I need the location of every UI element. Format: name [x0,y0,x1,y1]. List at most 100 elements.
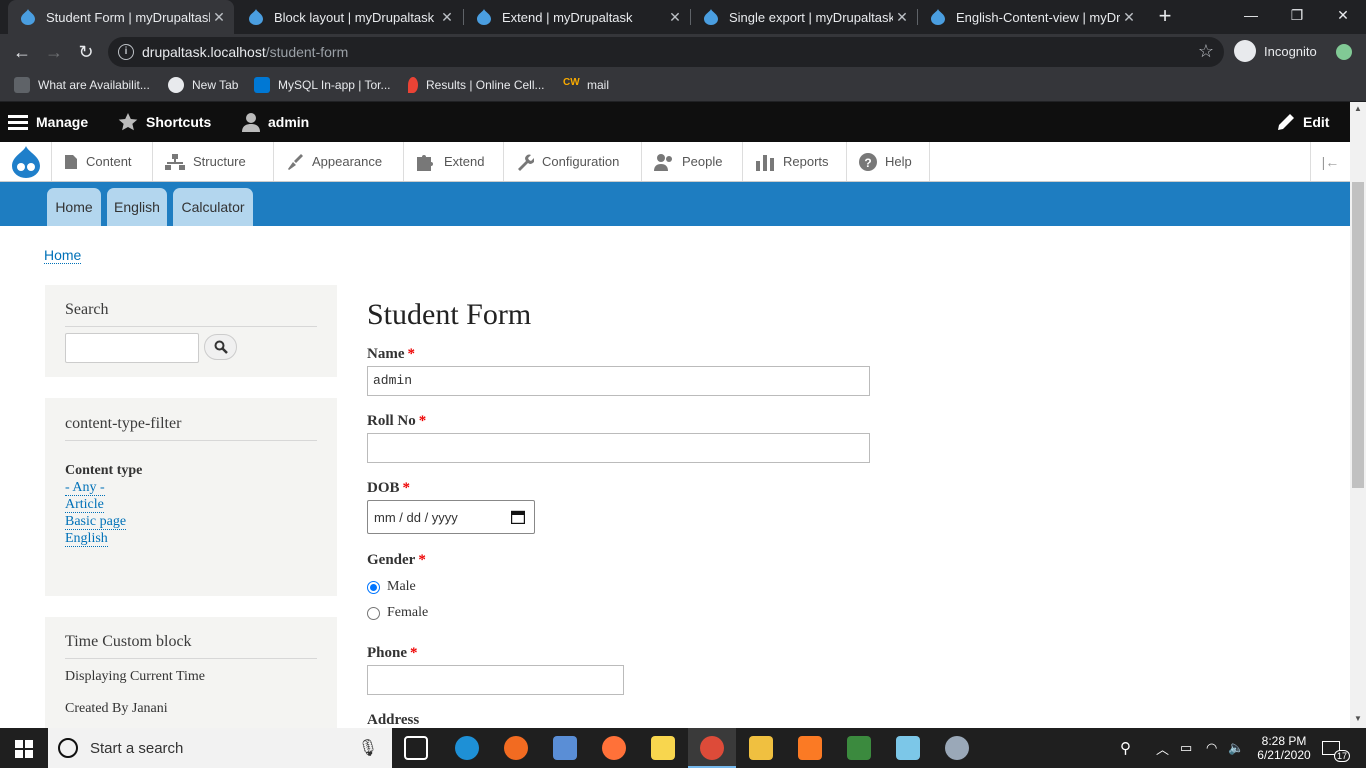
paint-icon[interactable] [945,736,969,760]
tab-close-icon[interactable]: ✕ [1120,9,1138,26]
filter-link-english[interactable]: English [65,530,317,547]
new-tab-plus-icon[interactable]: + [1154,5,1176,27]
rollno-input[interactable] [367,433,870,463]
firefox-icon[interactable] [602,736,626,760]
bookmark-item[interactable]: CW mail [563,77,609,93]
filter-link-text: Article [65,497,104,513]
cw-icon: CW [563,77,580,88]
file-icon [65,154,77,169]
admin-menu-extend[interactable]: Extend [404,142,504,181]
show-hidden-icons[interactable]: ︿ [1156,728,1169,768]
bar-chart-icon [756,154,774,171]
windows-start-icon[interactable] [15,740,33,758]
search-input[interactable] [65,333,199,363]
site-nav-english[interactable]: English [107,188,167,226]
sublime-icon[interactable] [504,736,528,760]
admin-menu-content[interactable]: Content [52,142,153,181]
gender-radio-male[interactable]: Male [367,579,416,595]
bookmark-star-icon[interactable]: ☆ [1198,41,1214,62]
tab-close-icon[interactable]: ✕ [210,9,228,26]
sticky-notes-icon[interactable] [651,736,675,760]
browser-tab-extend[interactable]: Extend | myDrupaltask ✕ [464,0,690,34]
site-header: Home English Calculator [0,182,1350,226]
cloud-icon [14,77,30,93]
bookmark-item[interactable]: MySQL In-app | Tor... [254,77,391,93]
filter-link-any[interactable]: - Any - [65,479,317,496]
extension-icon[interactable] [1336,44,1352,60]
manage-tab[interactable]: Manage [8,102,88,142]
file-explorer-icon[interactable] [749,736,773,760]
user-tab[interactable]: admin [242,102,309,142]
shortcuts-tab[interactable]: Shortcuts [118,102,211,142]
tab-close-icon[interactable]: ✕ [438,9,456,26]
scroll-thumb[interactable] [1352,182,1364,488]
notepad-icon[interactable] [896,736,920,760]
admin-menu-reports[interactable]: Reports [743,142,847,181]
name-input[interactable]: admin [367,366,870,396]
required-mark: * [410,645,418,661]
admin-menu-appearance[interactable]: Appearance [274,142,404,181]
search-button[interactable] [204,334,237,360]
notification-center-icon[interactable]: 17 [1322,728,1351,768]
battery-icon[interactable]: ▭ [1180,728,1192,768]
browser-tab-single-export[interactable]: Single export | myDrupaltask ✕ [691,0,917,34]
drupal-logo-icon[interactable] [0,142,52,181]
address-bar[interactable]: i drupaltask.localhost/student-form ☆ [108,37,1224,67]
scroll-down-icon[interactable]: ▼ [1354,714,1362,723]
microphone-icon[interactable]: 🎙 [358,738,378,758]
browser-tab-block-layout[interactable]: Block layout | myDrupaltask ✕ [236,0,462,34]
close-window-icon[interactable]: ✕ [1320,0,1366,30]
control-panel-icon[interactable] [553,736,577,760]
admin-menu-structure[interactable]: Structure [153,142,274,181]
xampp-icon[interactable] [798,736,822,760]
collapse-tray-icon[interactable]: |← [1310,142,1350,181]
task-view-icon[interactable] [404,736,428,760]
calendar-icon[interactable] [511,510,525,524]
menu-label: Content [86,154,132,169]
reload-icon[interactable]: ↻ [74,40,98,64]
restore-icon[interactable]: ❐ [1274,0,1320,30]
minimize-icon[interactable]: — [1228,0,1274,30]
admin-menu-help[interactable]: ? Help [847,142,930,181]
admin-menu-people[interactable]: People [642,142,743,181]
clock-date: 6/21/2020 [1257,748,1311,762]
browser-tab-student-form[interactable]: Student Form | myDrupaltask ✕ [8,0,234,34]
spreadsheet-icon[interactable] [847,736,871,760]
time-custom-block: Time Custom block Displaying Current Tim… [45,617,337,728]
filter-link-basic-page[interactable]: Basic page [65,513,317,530]
incognito-profile[interactable]: Incognito [1234,40,1317,62]
bookmark-item[interactable]: Results | Online Cell... [408,77,545,93]
edit-tab[interactable]: Edit [1277,102,1329,142]
scroll-up-icon[interactable]: ▲ [1354,104,1362,113]
radio-button[interactable] [367,606,380,620]
taskbar-search[interactable]: Start a search 🎙 [48,728,392,768]
browser-tab-english-content-view[interactable]: English-Content-view | myDrupaltask ✕ [918,0,1144,34]
forward-arrow-icon[interactable]: → [42,40,66,64]
filter-link-article[interactable]: Article [65,496,317,513]
gender-radio-female[interactable]: Female [367,605,428,621]
edge-icon[interactable] [455,736,479,760]
breadcrumb[interactable]: Home [44,247,82,264]
site-info-icon[interactable]: i [118,44,134,60]
manage-label: Manage [36,114,89,130]
site-nav-home[interactable]: Home [47,188,101,226]
dob-date-input[interactable]: mm / dd / yyyy [367,500,535,534]
tab-close-icon[interactable]: ✕ [893,9,911,26]
user-icon [242,113,260,132]
people-tray-icon[interactable]: ⚲ [1120,728,1131,768]
volume-icon[interactable]: 🔈 [1228,728,1244,768]
clock[interactable]: 8:28 PM 6/21/2020 [1256,728,1312,768]
radio-button-checked[interactable] [367,580,380,594]
bookmark-item[interactable]: What are Availabilit... [14,77,150,93]
tab-close-icon[interactable]: ✕ [666,9,684,26]
wifi-icon[interactable]: ◠ [1206,728,1217,768]
site-nav-calculator[interactable]: Calculator [173,188,253,226]
back-arrow-icon[interactable]: ← [10,40,34,64]
bookmark-item[interactable]: New Tab [168,77,238,93]
dob-label-text: DOB [367,480,400,496]
menu-label: People [682,154,723,169]
chrome-icon[interactable] [700,736,724,760]
admin-menu-configuration[interactable]: Configuration [504,142,642,181]
phone-input[interactable] [367,665,624,695]
page-scrollbar[interactable]: ▲ ▼ [1350,102,1366,728]
